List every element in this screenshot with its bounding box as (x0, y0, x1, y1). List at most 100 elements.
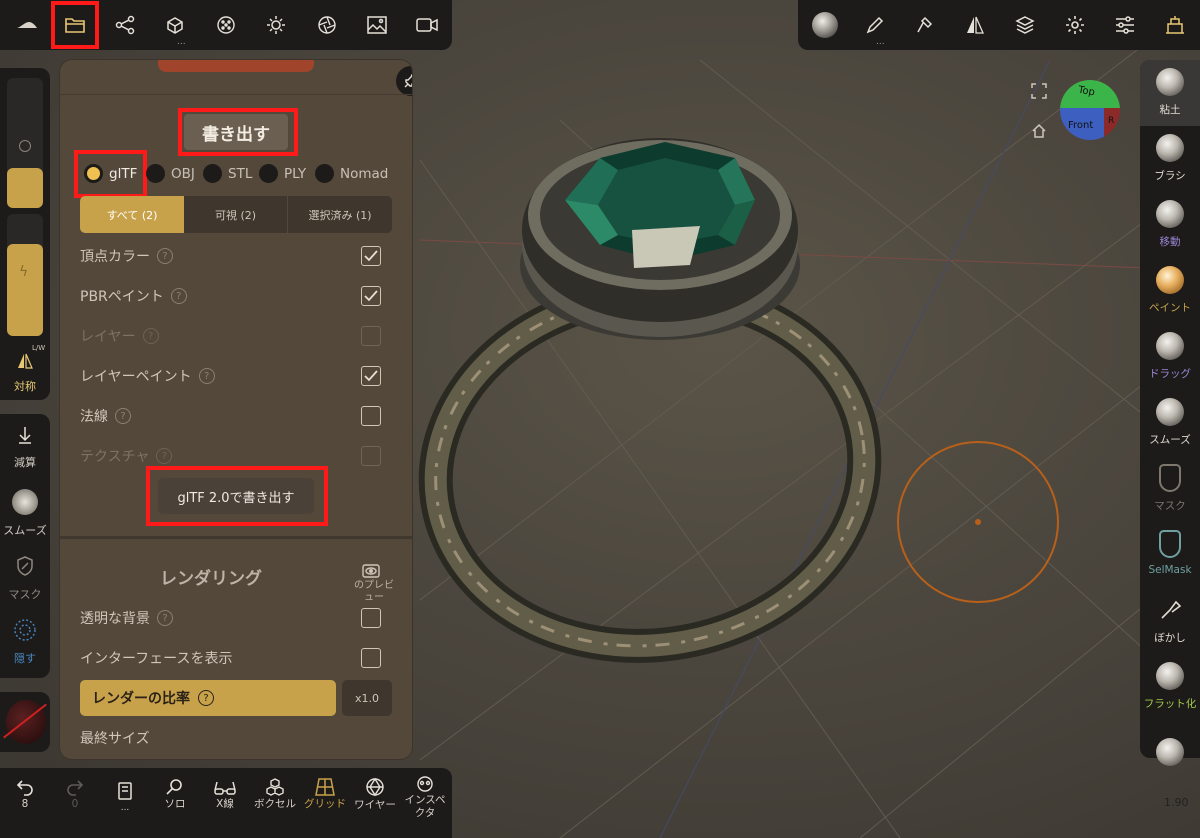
tool-sphere-icon (1156, 200, 1184, 228)
format-gltf-radio[interactable]: glTF (84, 164, 137, 183)
option-texture-label: テクスチャ (80, 449, 150, 465)
help-icon[interactable]: ? (142, 328, 159, 344)
scene-icon[interactable] (1160, 10, 1190, 40)
scene-graph-icon[interactable] (110, 10, 140, 40)
fullscreen-icon[interactable] (1028, 80, 1050, 102)
material-preview[interactable] (0, 692, 50, 752)
inspector-label: インスペクタ (404, 794, 446, 819)
tool-1[interactable]: ブラシ (1140, 126, 1200, 192)
scope-all-tab[interactable]: すべて (2) (80, 196, 184, 233)
pbr-paint-checkbox[interactable] (361, 286, 381, 306)
mask-shield-icon[interactable] (14, 554, 36, 578)
intensity-slider[interactable]: ϟ (7, 214, 43, 336)
normals-checkbox[interactable] (361, 406, 381, 426)
show-interface-checkbox[interactable] (361, 648, 381, 668)
wireframe-label: ワイヤー (354, 799, 396, 811)
image-icon[interactable] (362, 10, 392, 40)
preview-eye-icon[interactable] (360, 563, 382, 579)
wireframe-button[interactable]: ワイヤー (350, 772, 400, 838)
tool-6[interactable]: マスク (1140, 456, 1200, 522)
tool-3[interactable]: ペイント (1140, 258, 1200, 324)
hammer-icon[interactable] (910, 10, 940, 40)
scope-visible-tab[interactable]: 可視 (2) (184, 196, 288, 233)
tool-5[interactable]: スムーズ (1140, 390, 1200, 456)
help-icon[interactable]: ? (115, 408, 131, 424)
format-stl-radio[interactable]: STL (203, 164, 252, 183)
option-texture: テクスチャ? (80, 446, 173, 466)
smooth-label[interactable]: スムーズ (0, 522, 50, 538)
help-icon[interactable]: ? (157, 610, 173, 626)
solo-button[interactable]: ソロ (150, 772, 200, 838)
radius-slider-fill (7, 168, 43, 208)
book-button[interactable]: ... (100, 772, 150, 838)
format-obj-radio[interactable]: OBJ (146, 164, 195, 183)
preview-label[interactable]: のプレビュー (354, 580, 394, 604)
xray-button[interactable]: X線 (200, 772, 250, 838)
subtract-icon[interactable] (14, 424, 36, 446)
folder-icon[interactable] (58, 8, 92, 42)
format-ply-radio[interactable]: PLY (259, 164, 306, 183)
sliders-icon[interactable] (1110, 10, 1140, 40)
smooth-brush-icon[interactable] (11, 488, 39, 516)
tool-label: ブラシ (1154, 170, 1186, 182)
gear-icon[interactable] (1060, 10, 1090, 40)
tool-4[interactable]: ドラッグ (1140, 324, 1200, 390)
pin-icon[interactable] (396, 66, 412, 96)
undo-button[interactable]: 8 (0, 772, 50, 838)
scope-selected-tab[interactable]: 選択済み (1) (288, 196, 392, 233)
tool-9[interactable]: フラット化 (1140, 654, 1200, 720)
tool-label: ドラッグ (1149, 368, 1191, 380)
home-view-icon[interactable] (1028, 120, 1050, 142)
light-icon[interactable] (261, 10, 291, 40)
lightning-icon: ϟ (19, 264, 29, 280)
tool-sphere-icon[interactable] (1156, 738, 1184, 766)
panel-drag-handle[interactable] (158, 60, 314, 72)
help-icon[interactable]: ? (198, 368, 215, 384)
tool-sphere-icon (1159, 464, 1181, 492)
material-sphere-icon[interactable] (808, 8, 842, 42)
vertex-color-checkbox[interactable] (361, 246, 381, 266)
subtract-label[interactable]: 減算 (0, 454, 50, 470)
voxel-button[interactable]: ボクセル (250, 772, 300, 838)
view-cube[interactable]: Top Front R (1060, 80, 1120, 140)
layer-paint-checkbox[interactable] (361, 366, 381, 386)
layers-icon[interactable] (1010, 10, 1040, 40)
symmetry-badge: L/W (32, 344, 46, 352)
help-icon[interactable]: ? (198, 690, 214, 706)
tool-0[interactable]: 粘土 (1140, 60, 1200, 126)
video-icon[interactable] (412, 10, 442, 40)
option-pbr-paint-label: PBRペイント (80, 289, 164, 305)
option-normals: 法線? (80, 406, 131, 426)
pen-icon[interactable] (860, 10, 890, 40)
export-gltf-button[interactable]: glTF 2.0で書き出す (158, 478, 314, 514)
help-icon[interactable]: ? (157, 248, 173, 264)
format-ply-label: PLY (284, 165, 307, 182)
left-slider-panel: ϟ L/W 対称 (0, 68, 50, 400)
help-icon[interactable]: ? (156, 448, 173, 464)
camera-aperture-icon[interactable] (312, 10, 342, 40)
symmetry-toggle-icon[interactable] (14, 350, 36, 372)
inspector-button[interactable]: インスペクタ (400, 772, 450, 838)
radius-slider[interactable] (7, 78, 43, 208)
topology-icon[interactable] (160, 10, 190, 40)
tool-7[interactable]: SelMask (1140, 522, 1200, 588)
mask-label[interactable]: マスク (0, 586, 50, 602)
render-ratio-slider[interactable]: レンダーの比率 ? (80, 680, 336, 716)
redo-button[interactable]: 0 (50, 772, 100, 838)
help-icon[interactable]: ? (170, 288, 187, 304)
nomad-logo-icon[interactable] (12, 10, 42, 40)
hide-label[interactable]: 隠す (0, 650, 50, 666)
hide-icon[interactable] (11, 616, 39, 644)
grid-button[interactable]: グリッド (300, 772, 350, 838)
format-nomad-radio[interactable]: Nomad (315, 164, 388, 183)
symmetry-icon[interactable] (960, 10, 990, 40)
format-gltf-label: glTF (109, 165, 138, 182)
view-cube-front-label: Front (1068, 120, 1094, 131)
matcap-icon[interactable] (211, 10, 241, 40)
export-title-box: 書き出す (184, 114, 288, 150)
tool-8[interactable]: ぼかし (1140, 588, 1200, 654)
tool-2[interactable]: 移動 (1140, 192, 1200, 258)
render-ratio-value[interactable]: x1.0 (342, 680, 392, 716)
transparent-bg-checkbox[interactable] (361, 608, 381, 628)
render-ratio-label: レンダーの比率 (92, 691, 190, 707)
